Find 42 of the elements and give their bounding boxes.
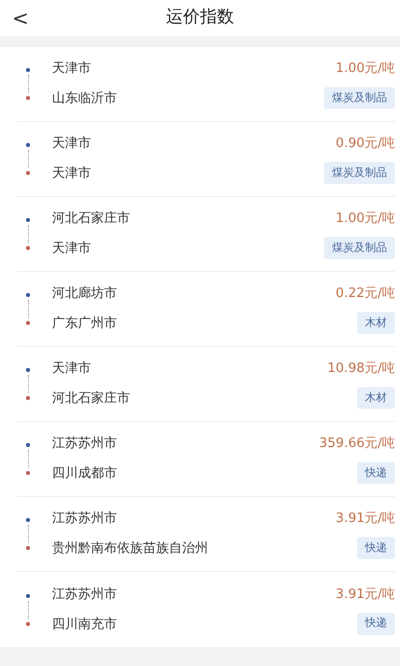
destination-city: 四川南充市	[52, 616, 118, 634]
category-tag: 快递	[357, 462, 395, 484]
freight-price: 0.22元/吨	[336, 285, 395, 303]
origin-city: 天津市	[52, 60, 92, 78]
back-button[interactable]: <	[12, 8, 29, 28]
category-tag: 木材	[357, 312, 395, 334]
category-tag: 木材	[357, 387, 395, 409]
freight-price: 1.00元/吨	[336, 210, 395, 228]
route-row[interactable]: 江苏苏州市 四川南充市 3.91元/吨 快递	[17, 572, 395, 647]
route-row[interactable]: 天津市 河北石家庄市 10.98元/吨 木材	[17, 347, 395, 422]
destination-city: 山东临沂市	[52, 90, 118, 108]
freight-price: 0.90元/吨	[336, 135, 395, 153]
destination-city: 广东广州市	[52, 315, 118, 333]
destination-city: 四川成都市	[52, 465, 118, 483]
freight-price: 359.66元/吨	[319, 435, 395, 453]
destination-city: 天津市	[52, 240, 92, 258]
freight-price: 10.98元/吨	[327, 360, 395, 378]
origin-city: 江苏苏州市	[52, 586, 118, 604]
route-row[interactable]: 河北石家庄市 天津市 1.00元/吨 煤炭及制品	[17, 197, 395, 272]
origin-city: 江苏苏州市	[52, 510, 118, 528]
page-title: 运价指数	[166, 6, 234, 30]
freight-price: 3.91元/吨	[336, 586, 395, 604]
origin-city: 河北廊坊市	[52, 285, 118, 303]
category-tag: 煤炭及制品	[324, 162, 395, 184]
destination-city: 天津市	[52, 165, 92, 183]
category-tag: 快递	[357, 537, 395, 559]
route-row[interactable]: 江苏苏州市 四川成都市 359.66元/吨 快递	[17, 422, 395, 497]
route-row[interactable]: 天津市 天津市 0.90元/吨 煤炭及制品	[17, 122, 395, 197]
freight-price: 1.00元/吨	[336, 60, 395, 78]
route-row[interactable]: 河北廊坊市 广东广州市 0.22元/吨 木材	[17, 272, 395, 347]
destination-city: 河北石家庄市	[52, 390, 131, 408]
route-row[interactable]: 天津市 山东临沂市 1.00元/吨 煤炭及制品	[17, 47, 395, 122]
origin-city: 江苏苏州市	[52, 435, 118, 453]
destination-city: 贵州黔南布依族苗族自治州	[52, 540, 209, 558]
origin-city: 河北石家庄市	[52, 210, 131, 228]
category-tag: 煤炭及制品	[324, 87, 395, 109]
origin-city: 天津市	[52, 135, 92, 153]
origin-city: 天津市	[52, 360, 92, 378]
freight-price: 3.91元/吨	[336, 510, 395, 528]
route-row[interactable]: 江苏苏州市 贵州黔南布依族苗族自治州 3.91元/吨 快递	[17, 497, 395, 572]
category-tag: 快递	[357, 612, 395, 634]
category-tag: 煤炭及制品	[324, 237, 395, 259]
